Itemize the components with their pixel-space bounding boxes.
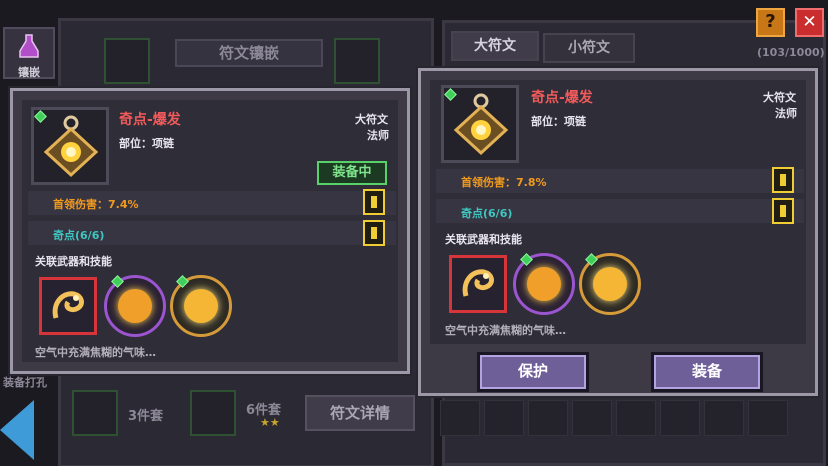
linked-section-title: 关联武器和技能 xyxy=(35,255,112,268)
rune-detail-button[interactable]: 符文详情 xyxy=(305,395,415,431)
rune-name: 奇点-爆发 xyxy=(119,112,181,128)
back-arrow-icon[interactable] xyxy=(0,400,34,460)
set-three-label: 3件套 xyxy=(128,409,164,424)
lock-icon[interactable] xyxy=(363,189,385,215)
rune-name: 奇点-爆发 xyxy=(531,90,593,106)
tab-minor-rune[interactable]: 小符文 xyxy=(543,33,635,63)
grid-cell xyxy=(528,400,568,436)
rune-slot-top-right[interactable] xyxy=(334,38,380,84)
rune-type: 大符文 xyxy=(763,91,796,104)
rune-class: 法师 xyxy=(775,107,797,120)
protect-button[interactable]: 保护 xyxy=(477,352,589,392)
stat-boss-damage: 首领伤害：7.8% xyxy=(461,176,547,189)
lock-icon[interactable] xyxy=(772,198,794,224)
star-rating-icon: ★★ xyxy=(260,416,280,429)
potion-icon xyxy=(19,34,39,58)
set-six-slot xyxy=(190,390,236,436)
grid-cell xyxy=(484,400,524,436)
stat-singularity: 奇点(6/6) xyxy=(53,229,105,242)
left-panel-title: 符文镶嵌 xyxy=(175,39,323,67)
linked-section-title: 关联武器和技能 xyxy=(445,233,522,246)
equip-button[interactable]: 装备 xyxy=(651,352,763,392)
lock-icon[interactable] xyxy=(363,220,385,246)
amulet-rune-icon xyxy=(43,115,99,178)
grid-cell xyxy=(572,400,612,436)
rune-slot: 部位：项链 xyxy=(119,137,174,150)
equipped-badge: 装备中 xyxy=(317,161,387,185)
lock-icon[interactable] xyxy=(772,167,794,193)
set-three-slot xyxy=(72,390,118,436)
equipped-rune-card: 奇点-爆发 部位：项链 大符文 法师 装备中 首领伤害：7.4% 奇点(6/6)… xyxy=(10,88,410,374)
dragon-weapon-icon[interactable] xyxy=(449,255,507,313)
grid-cell xyxy=(704,400,744,436)
rune-description: 空气中充满焦糊的气味… xyxy=(35,346,156,359)
rune-class: 法师 xyxy=(367,129,389,142)
stat-row: 首领伤害：7.4% xyxy=(28,191,396,215)
tab-major-rune[interactable]: 大符文 xyxy=(451,31,539,61)
rune-slot: 部位：项链 xyxy=(531,115,586,128)
stat-row: 奇点(6/6) xyxy=(436,199,804,223)
amulet-rune-icon xyxy=(453,93,509,156)
rune-type: 大符文 xyxy=(355,113,388,126)
dragon-weapon-icon[interactable] xyxy=(39,277,97,335)
stat-row: 奇点(6/6) xyxy=(28,221,396,245)
grid-cell xyxy=(616,400,656,436)
close-button[interactable]: ✕ xyxy=(795,8,824,37)
rune-slot-top-left[interactable] xyxy=(104,38,150,84)
stat-row: 首领伤害：7.8% xyxy=(436,169,804,193)
rune-count: (103/1000) xyxy=(757,46,825,59)
stat-singularity: 奇点(6/6) xyxy=(461,207,513,220)
inlay-side-label: 镶嵌 xyxy=(18,66,40,79)
stat-boss-damage: 首领伤害：7.4% xyxy=(53,198,139,211)
help-button[interactable]: ? xyxy=(756,8,785,37)
equip-slot-text: 装备打孔 xyxy=(3,376,47,389)
grid-cell xyxy=(748,400,788,436)
grid-cell xyxy=(440,400,480,436)
rune-description: 空气中充满焦糊的气味… xyxy=(445,324,566,337)
selected-rune-card: 奇点-爆发 部位：项链 大符文 法师 首领伤害：7.8% 奇点(6/6) 关联武… xyxy=(418,68,818,396)
grid-cell xyxy=(660,400,700,436)
